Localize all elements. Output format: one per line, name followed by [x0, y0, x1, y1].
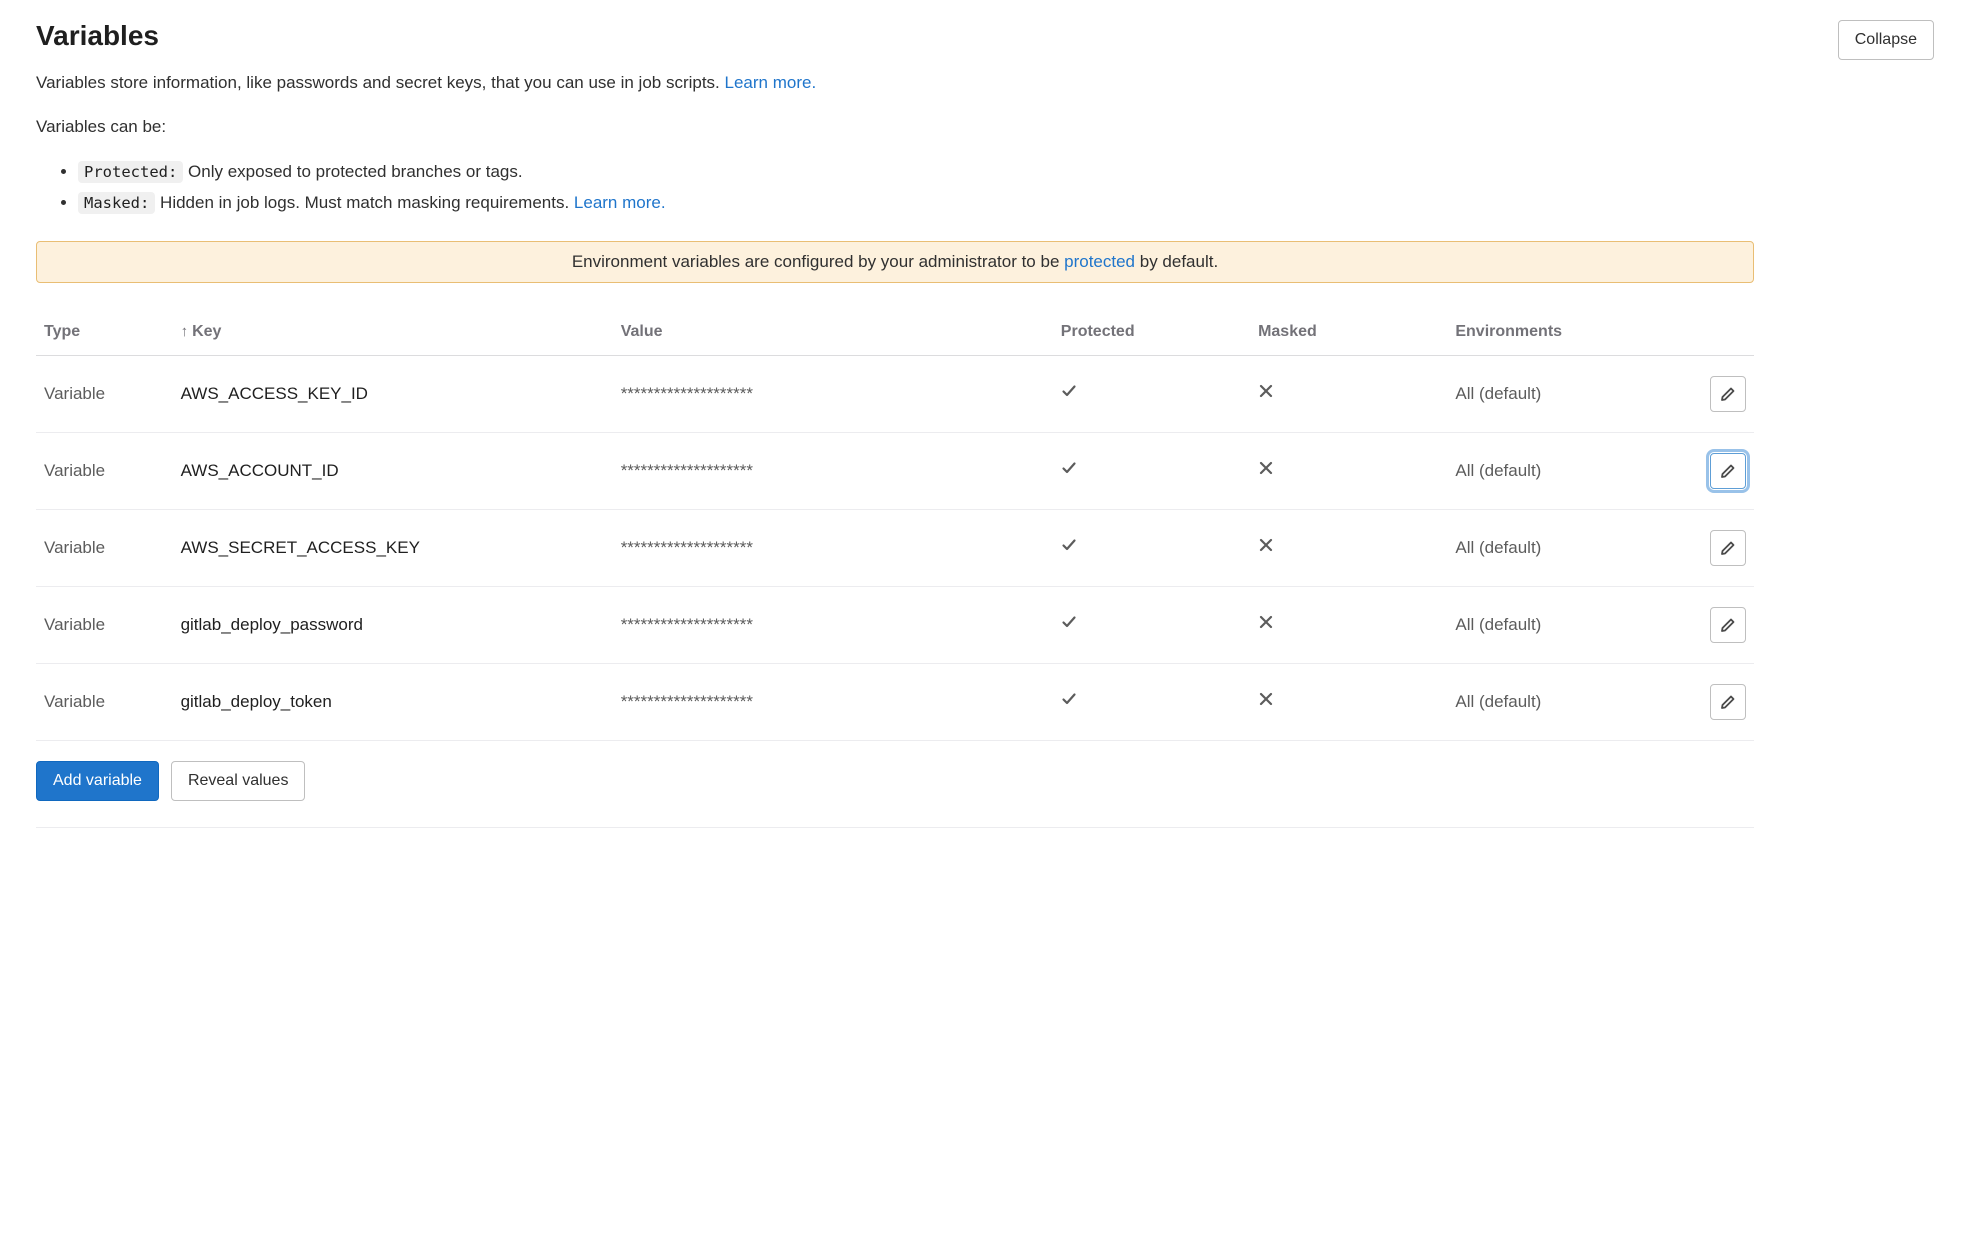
cell-environments: All (default) [1447, 355, 1675, 432]
col-header-type[interactable]: Type [36, 309, 173, 356]
x-icon [1258, 460, 1274, 476]
cell-key: gitlab_deploy_password [173, 586, 613, 663]
cell-type: Variable [36, 586, 173, 663]
variable-types-list: Protected: Only exposed to protected bra… [36, 157, 1934, 218]
cell-protected [1053, 509, 1250, 586]
check-icon [1061, 460, 1077, 476]
cell-key: gitlab_deploy_token [173, 663, 613, 740]
pencil-icon [1720, 463, 1736, 479]
cell-masked [1250, 663, 1447, 740]
pencil-icon [1720, 694, 1736, 710]
cell-environments: All (default) [1447, 586, 1675, 663]
variables-can-be-text: Variables can be: [36, 114, 1934, 140]
table-row: VariableAWS_ACCESS_KEY_ID***************… [36, 355, 1754, 432]
cell-type: Variable [36, 663, 173, 740]
cell-type: Variable [36, 432, 173, 509]
list-item: Masked: Hidden in job logs. Must match m… [78, 188, 1934, 219]
reveal-values-button[interactable]: Reveal values [171, 761, 306, 801]
cell-value: ******************** [613, 663, 1053, 740]
check-icon [1061, 537, 1077, 553]
cell-masked [1250, 509, 1447, 586]
table-row: VariableAWS_ACCOUNT_ID******************… [36, 432, 1754, 509]
page-title: Variables [36, 20, 159, 52]
cell-environments: All (default) [1447, 663, 1675, 740]
cell-actions [1675, 432, 1754, 509]
col-header-key-label: Key [192, 323, 221, 340]
check-icon [1061, 614, 1077, 630]
alert-banner: Environment variables are configured by … [36, 241, 1754, 283]
x-icon [1258, 537, 1274, 553]
pencil-icon [1720, 540, 1736, 556]
cell-key: AWS_ACCOUNT_ID [173, 432, 613, 509]
cell-value: ******************** [613, 509, 1053, 586]
pencil-icon [1720, 386, 1736, 402]
cell-protected [1053, 432, 1250, 509]
cell-protected [1053, 663, 1250, 740]
cell-masked [1250, 432, 1447, 509]
col-header-actions [1675, 309, 1754, 356]
cell-actions [1675, 586, 1754, 663]
masked-tag: Masked: [78, 192, 155, 214]
edit-button[interactable] [1710, 530, 1746, 566]
edit-button[interactable] [1710, 607, 1746, 643]
cell-type: Variable [36, 509, 173, 586]
check-icon [1061, 383, 1077, 399]
x-icon [1258, 691, 1274, 707]
cell-actions [1675, 509, 1754, 586]
protected-desc: Only exposed to protected branches or ta… [183, 162, 522, 181]
x-icon [1258, 614, 1274, 630]
collapse-button[interactable]: Collapse [1838, 20, 1934, 60]
cell-masked [1250, 355, 1447, 432]
table-row: Variablegitlab_deploy_password**********… [36, 586, 1754, 663]
learn-more-link[interactable]: Learn more. [725, 73, 817, 92]
alert-prefix: Environment variables are configured by … [572, 252, 1064, 271]
cell-protected [1053, 355, 1250, 432]
cell-value: ******************** [613, 586, 1053, 663]
table-row: Variablegitlab_deploy_token*************… [36, 663, 1754, 740]
cell-environments: All (default) [1447, 432, 1675, 509]
cell-environments: All (default) [1447, 509, 1675, 586]
learn-more-link[interactable]: Learn more. [574, 193, 666, 212]
x-icon [1258, 383, 1274, 399]
cell-value: ******************** [613, 432, 1053, 509]
edit-button[interactable] [1710, 376, 1746, 412]
sort-asc-icon: ↑ [181, 323, 189, 340]
cell-masked [1250, 586, 1447, 663]
cell-key: AWS_SECRET_ACCESS_KEY [173, 509, 613, 586]
edit-button[interactable] [1710, 453, 1746, 489]
add-variable-button[interactable]: Add variable [36, 761, 159, 801]
intro-paragraph: Variables store information, like passwo… [36, 70, 1934, 96]
col-header-protected[interactable]: Protected [1053, 309, 1250, 356]
cell-actions [1675, 355, 1754, 432]
cell-actions [1675, 663, 1754, 740]
list-item: Protected: Only exposed to protected bra… [78, 157, 1934, 188]
protected-tag: Protected: [78, 161, 183, 183]
cell-protected [1053, 586, 1250, 663]
edit-button[interactable] [1710, 684, 1746, 720]
alert-suffix: by default. [1135, 252, 1218, 271]
table-row: VariableAWS_SECRET_ACCESS_KEY***********… [36, 509, 1754, 586]
col-header-value[interactable]: Value [613, 309, 1053, 356]
col-header-environments[interactable]: Environments [1447, 309, 1675, 356]
col-header-masked[interactable]: Masked [1250, 309, 1447, 356]
intro-text: Variables store information, like passwo… [36, 73, 725, 92]
cell-type: Variable [36, 355, 173, 432]
alert-protected-link[interactable]: protected [1064, 252, 1135, 271]
cell-key: AWS_ACCESS_KEY_ID [173, 355, 613, 432]
variables-table: Type ↑Key Value Protected Masked Environ… [36, 309, 1754, 741]
pencil-icon [1720, 617, 1736, 633]
masked-desc: Hidden in job logs. Must match masking r… [155, 193, 574, 212]
col-header-key[interactable]: ↑Key [173, 309, 613, 356]
check-icon [1061, 691, 1077, 707]
cell-value: ******************** [613, 355, 1053, 432]
